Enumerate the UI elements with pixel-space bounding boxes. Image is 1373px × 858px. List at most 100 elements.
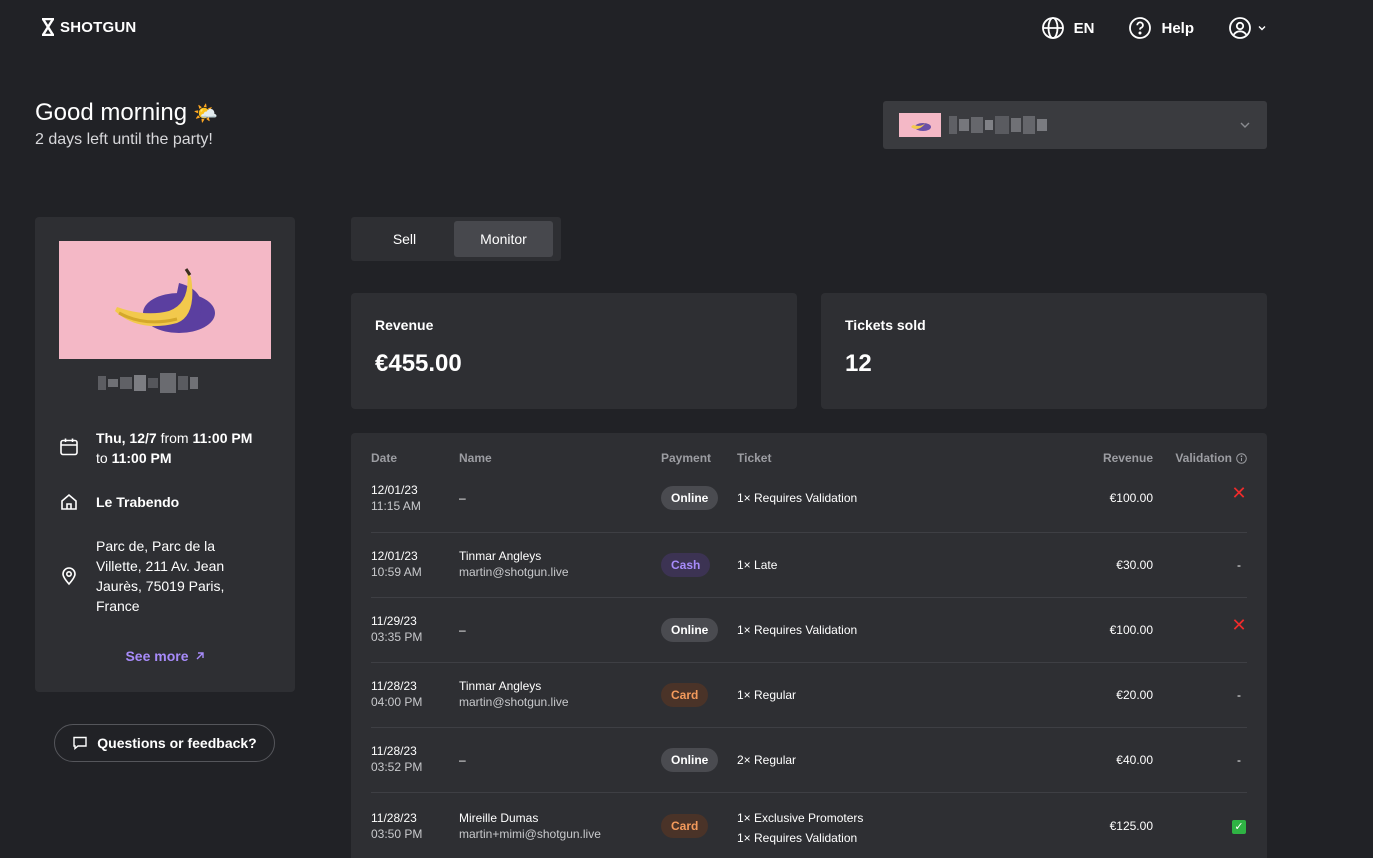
- language-label: EN: [1073, 19, 1095, 37]
- see-more-label: See more: [125, 648, 189, 664]
- event-address: Parc de, Parc de la Villette, 211 Av. Je…: [96, 538, 225, 614]
- column-header-validation[interactable]: Validation: [1175, 451, 1247, 465]
- event-date-text: Thu, 12/7 from 11:00 PM to 11:00 PM: [96, 428, 252, 468]
- row-email: martin@shotgun.live: [459, 565, 569, 579]
- orders-table: Date Name Payment Ticket Revenue Validat…: [351, 433, 1267, 858]
- row-revenue: €30.00: [1116, 558, 1153, 572]
- table-row[interactable]: 11/28/23 03:50 PM Mireille Dumas martin+…: [371, 793, 1247, 858]
- revenue-label: Revenue: [375, 317, 434, 333]
- row-revenue: €20.00: [1116, 688, 1153, 702]
- row-name-cell: Mireille Dumas martin+mimi@shotgun.live: [459, 810, 601, 842]
- row-name: –: [459, 491, 466, 505]
- arrow-up-right-icon: [196, 652, 204, 660]
- row-ticket: 1× Exclusive Promoters: [737, 811, 864, 825]
- row-name: Tinmar Angleys: [459, 679, 542, 693]
- event-date-day: Thu, 12/7: [96, 430, 157, 446]
- row-time: 10:59 AM: [371, 565, 422, 579]
- event-start-time: 11:00 PM: [192, 430, 253, 446]
- row-date-cell: 11/28/23 03:52 PM: [371, 743, 422, 775]
- greeting-subtitle: 2 days left until the party!: [35, 131, 213, 148]
- see-more-link[interactable]: See more: [35, 648, 295, 664]
- validation-none: -: [1237, 558, 1241, 572]
- info-icon[interactable]: [1236, 452, 1247, 464]
- row-ticket: 1× Requires Validation: [737, 623, 858, 637]
- event-info-card: Thu, 12/7 from 11:00 PM to 11:00 PM Le T…: [35, 217, 295, 692]
- validation-none: -: [1237, 753, 1241, 767]
- row-date: 12/01/23: [371, 483, 418, 497]
- column-header-revenue[interactable]: Revenue: [1103, 451, 1153, 465]
- row-date: 11/28/23: [371, 811, 417, 825]
- chevron-down-icon: [1240, 122, 1250, 128]
- row-ticket: 1× Requires Validation: [737, 831, 858, 845]
- event-image: [59, 241, 271, 359]
- table-row[interactable]: 12/01/23 10:59 AM Tinmar Angleys martin@…: [371, 533, 1247, 598]
- row-name: –: [459, 753, 466, 767]
- column-header-name[interactable]: Name: [459, 451, 492, 465]
- help-label: Help: [1161, 19, 1194, 37]
- payment-badge: Card: [661, 814, 709, 838]
- row-email: martin+mimi@shotgun.live: [459, 827, 601, 841]
- chevron-down-icon: [1258, 26, 1266, 31]
- event-date-from-word: from: [160, 430, 189, 446]
- row-date-cell: 12/01/23 10:59 AM: [371, 548, 422, 580]
- tab-sell[interactable]: Sell: [355, 221, 454, 257]
- table-row[interactable]: 11/28/23 04:00 PM Tinmar Angleys martin@…: [371, 663, 1247, 728]
- home-icon: [61, 493, 77, 510]
- validation-failed-icon: ✕: [1231, 483, 1247, 503]
- greeting: Good morning 🌤️ 2 days left until the pa…: [35, 99, 218, 149]
- row-time: 03:52 PM: [371, 760, 423, 774]
- top-nav: EN Help: [1041, 16, 1266, 40]
- row-revenue: €100.00: [1109, 491, 1153, 505]
- event-date-to-word: to: [96, 450, 108, 466]
- event-end-time: 11:00 PM: [111, 450, 172, 466]
- revenue-card: Revenue €455.00: [351, 293, 797, 409]
- help-link[interactable]: Help: [1128, 16, 1194, 40]
- column-header-ticket[interactable]: Ticket: [737, 451, 771, 465]
- row-email: martin@shotgun.live: [459, 695, 569, 709]
- location-pin-icon: [62, 567, 76, 586]
- row-revenue: €40.00: [1116, 753, 1153, 767]
- row-ticket: 2× Regular: [737, 753, 797, 767]
- language-selector[interactable]: EN: [1041, 16, 1095, 40]
- row-time: 03:35 PM: [371, 630, 423, 644]
- row-date-cell: 11/29/23 03:35 PM: [371, 613, 422, 645]
- table-row[interactable]: 11/28/23 03:52 PM – Online 2× Regular €4…: [371, 728, 1247, 793]
- row-revenue: €125.00: [1109, 819, 1153, 833]
- row-date: 11/28/23: [371, 679, 417, 693]
- tab-monitor[interactable]: Monitor: [454, 221, 553, 257]
- event-name-redacted: [949, 116, 1047, 134]
- row-name: Mireille Dumas: [459, 811, 539, 825]
- banana-thumbnail-icon: [911, 121, 931, 131]
- table-row[interactable]: 11/29/23 03:35 PM – Online 1× Requires V…: [371, 598, 1247, 663]
- greeting-title: Good morning 🌤️: [35, 99, 218, 127]
- payment-badge: Card: [661, 683, 709, 707]
- row-name: Tinmar Angleys: [459, 549, 542, 563]
- feedback-button[interactable]: Questions or feedback?: [54, 724, 275, 762]
- account-menu[interactable]: [1228, 16, 1266, 40]
- row-time: 11:15 AM: [371, 499, 421, 513]
- banana-image: [115, 268, 215, 333]
- event-address-row: Parc de, Parc de la Villette, 211 Av. Je…: [59, 536, 246, 616]
- payment-badge: Online: [661, 618, 719, 642]
- row-ticket: 1× Regular: [737, 688, 797, 702]
- weather-emoji-icon: 🌤️: [193, 102, 218, 125]
- shotgun-logo[interactable]: SHOTGUN: [41, 18, 136, 36]
- globe-icon: [1041, 17, 1064, 39]
- view-tabs: Sell Monitor: [351, 217, 561, 261]
- row-date-cell: 11/28/23 04:00 PM: [371, 678, 422, 710]
- help-icon: [1129, 17, 1152, 39]
- row-date-cell: 11/28/23 03:50 PM: [371, 810, 422, 842]
- column-header-payment[interactable]: Payment: [661, 451, 711, 465]
- validation-failed-icon: ✕: [1231, 615, 1247, 635]
- table-row[interactable]: 12/01/23 11:15 AM – Online 1× Requires V…: [371, 471, 1247, 533]
- tickets-sold-value: 12: [845, 350, 872, 377]
- payment-badge: Online: [661, 748, 719, 772]
- column-header-date[interactable]: Date: [371, 451, 397, 465]
- row-revenue: €100.00: [1109, 623, 1153, 637]
- greeting-text: Good morning: [35, 99, 188, 126]
- feedback-label: Questions or feedback?: [97, 735, 257, 751]
- event-selector[interactable]: [883, 101, 1267, 149]
- row-ticket: 1× Requires Validation: [737, 491, 858, 505]
- row-time: 03:50 PM: [371, 827, 423, 841]
- tickets-sold-label: Tickets sold: [845, 317, 926, 333]
